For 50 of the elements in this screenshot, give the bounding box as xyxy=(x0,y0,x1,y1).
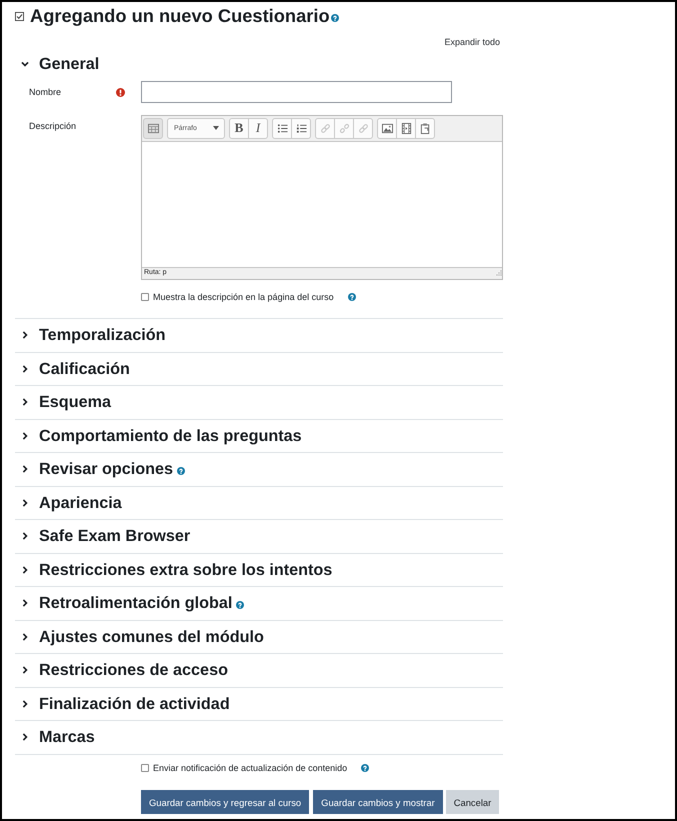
grid-icon xyxy=(148,122,158,134)
help-icon[interactable] xyxy=(348,292,356,300)
film-icon xyxy=(400,122,412,134)
toolbar-button[interactable] xyxy=(272,118,292,138)
toolbar-button[interactable] xyxy=(291,118,311,138)
link-icon xyxy=(358,122,368,134)
field-label: Nombre xyxy=(29,86,62,98)
section-toggle[interactable]: Calificación xyxy=(21,358,130,379)
broken-link-icon xyxy=(338,122,350,134)
help-icon[interactable] xyxy=(330,14,339,22)
section-toggle[interactable]: Retroalimentación global xyxy=(21,593,244,614)
section-toggle[interactable]: General xyxy=(21,54,100,74)
help-icon[interactable] xyxy=(361,764,370,772)
checkbox[interactable] xyxy=(141,764,149,772)
expand-all-link[interactable]: Expandir todo xyxy=(444,36,500,48)
page-title: Agregando un nuevo Cuestionario xyxy=(30,4,330,28)
section-toggle[interactable]: Ajustes comunes del módulo xyxy=(21,626,264,647)
toolbar-button[interactable] xyxy=(415,118,435,138)
section-toggle[interactable]: Finalización de actividad xyxy=(21,694,230,714)
section-toggle[interactable]: Revisar opciones xyxy=(21,459,186,480)
check-square-icon xyxy=(15,12,24,20)
checkbox-label: Enviar notificación de actualización de contenido xyxy=(153,762,348,774)
cancel-button[interactable]: Cancelar xyxy=(446,790,500,814)
help-icon[interactable] xyxy=(236,600,244,609)
numbered-list-icon xyxy=(296,122,306,134)
bold-button[interactable]: B xyxy=(229,118,249,138)
section-toggle[interactable]: Comportamiento de las preguntas xyxy=(21,426,302,446)
section-toggle[interactable]: Marcas xyxy=(21,727,95,748)
image-icon xyxy=(382,122,392,134)
save-button[interactable]: Guardar cambios y regresar al curso xyxy=(141,790,310,814)
toolbar-button[interactable] xyxy=(377,118,397,138)
bulleted-list-icon xyxy=(276,122,288,134)
section-toggle[interactable]: Apariencia xyxy=(21,492,122,513)
name-input[interactable] xyxy=(141,80,452,102)
italic-button[interactable]: I xyxy=(248,118,268,138)
section-toggle[interactable]: Restricciones de acceso xyxy=(21,660,228,680)
checkbox[interactable] xyxy=(141,292,149,300)
checkbox-label: Muestra la descripción en la página del curso xyxy=(153,290,334,302)
toolbar-toggle-button[interactable] xyxy=(143,118,163,138)
link-icon xyxy=(320,122,330,134)
help-icon[interactable] xyxy=(177,466,186,475)
caret-icon xyxy=(213,126,219,130)
field-label: Descripción xyxy=(29,120,76,132)
section-toggle[interactable]: Safe Exam Browser xyxy=(21,526,190,546)
section-toggle[interactable]: Temporalización xyxy=(21,325,166,346)
clipboard-icon xyxy=(420,122,430,134)
section-toggle[interactable]: Restricciones extra sobre los intentos xyxy=(21,560,332,580)
section-toggle[interactable]: Esquema xyxy=(21,392,111,412)
toolbar-button[interactable] xyxy=(396,118,416,138)
save-button[interactable]: Guardar cambios y mostrar xyxy=(313,790,443,814)
